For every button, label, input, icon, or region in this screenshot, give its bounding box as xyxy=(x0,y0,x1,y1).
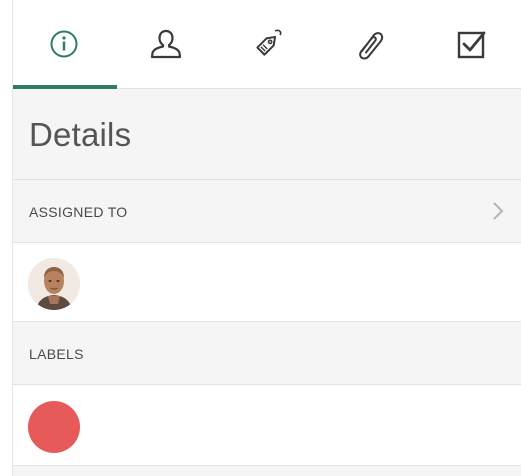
tab-assignee[interactable] xyxy=(115,0,217,88)
tab-labels[interactable] xyxy=(217,0,319,88)
left-edge xyxy=(0,0,12,476)
tab-details[interactable] xyxy=(13,0,117,89)
info-circle-icon xyxy=(50,30,78,58)
label-color-dot[interactable] xyxy=(28,401,80,453)
paperclip-icon xyxy=(359,32,384,60)
next-section-edge xyxy=(13,466,521,476)
assignee-list xyxy=(13,243,521,322)
assigned-to-label: ASSIGNED TO xyxy=(29,204,128,220)
avatar[interactable] xyxy=(28,258,80,310)
tab-checklist[interactable] xyxy=(421,0,521,88)
labels-label: LABELS xyxy=(29,346,84,362)
details-pane: Details ASSIGNED TO LABELS xyxy=(12,0,521,476)
assigned-to-header[interactable]: ASSIGNED TO xyxy=(13,180,521,243)
chevron-right-icon[interactable] xyxy=(490,200,506,222)
details-panel: Details ASSIGNED TO LABELS xyxy=(0,0,521,476)
checkbox-icon xyxy=(457,31,486,59)
tab-bar xyxy=(13,0,521,89)
details-title-section: Details xyxy=(13,89,521,180)
user-avatar-image xyxy=(28,258,80,310)
tab-attachments[interactable] xyxy=(319,0,421,88)
page-title: Details xyxy=(29,116,132,153)
labels-header[interactable]: LABELS xyxy=(13,322,521,385)
tag-icon xyxy=(256,29,282,56)
person-icon xyxy=(150,29,182,59)
labels-list xyxy=(13,385,521,466)
